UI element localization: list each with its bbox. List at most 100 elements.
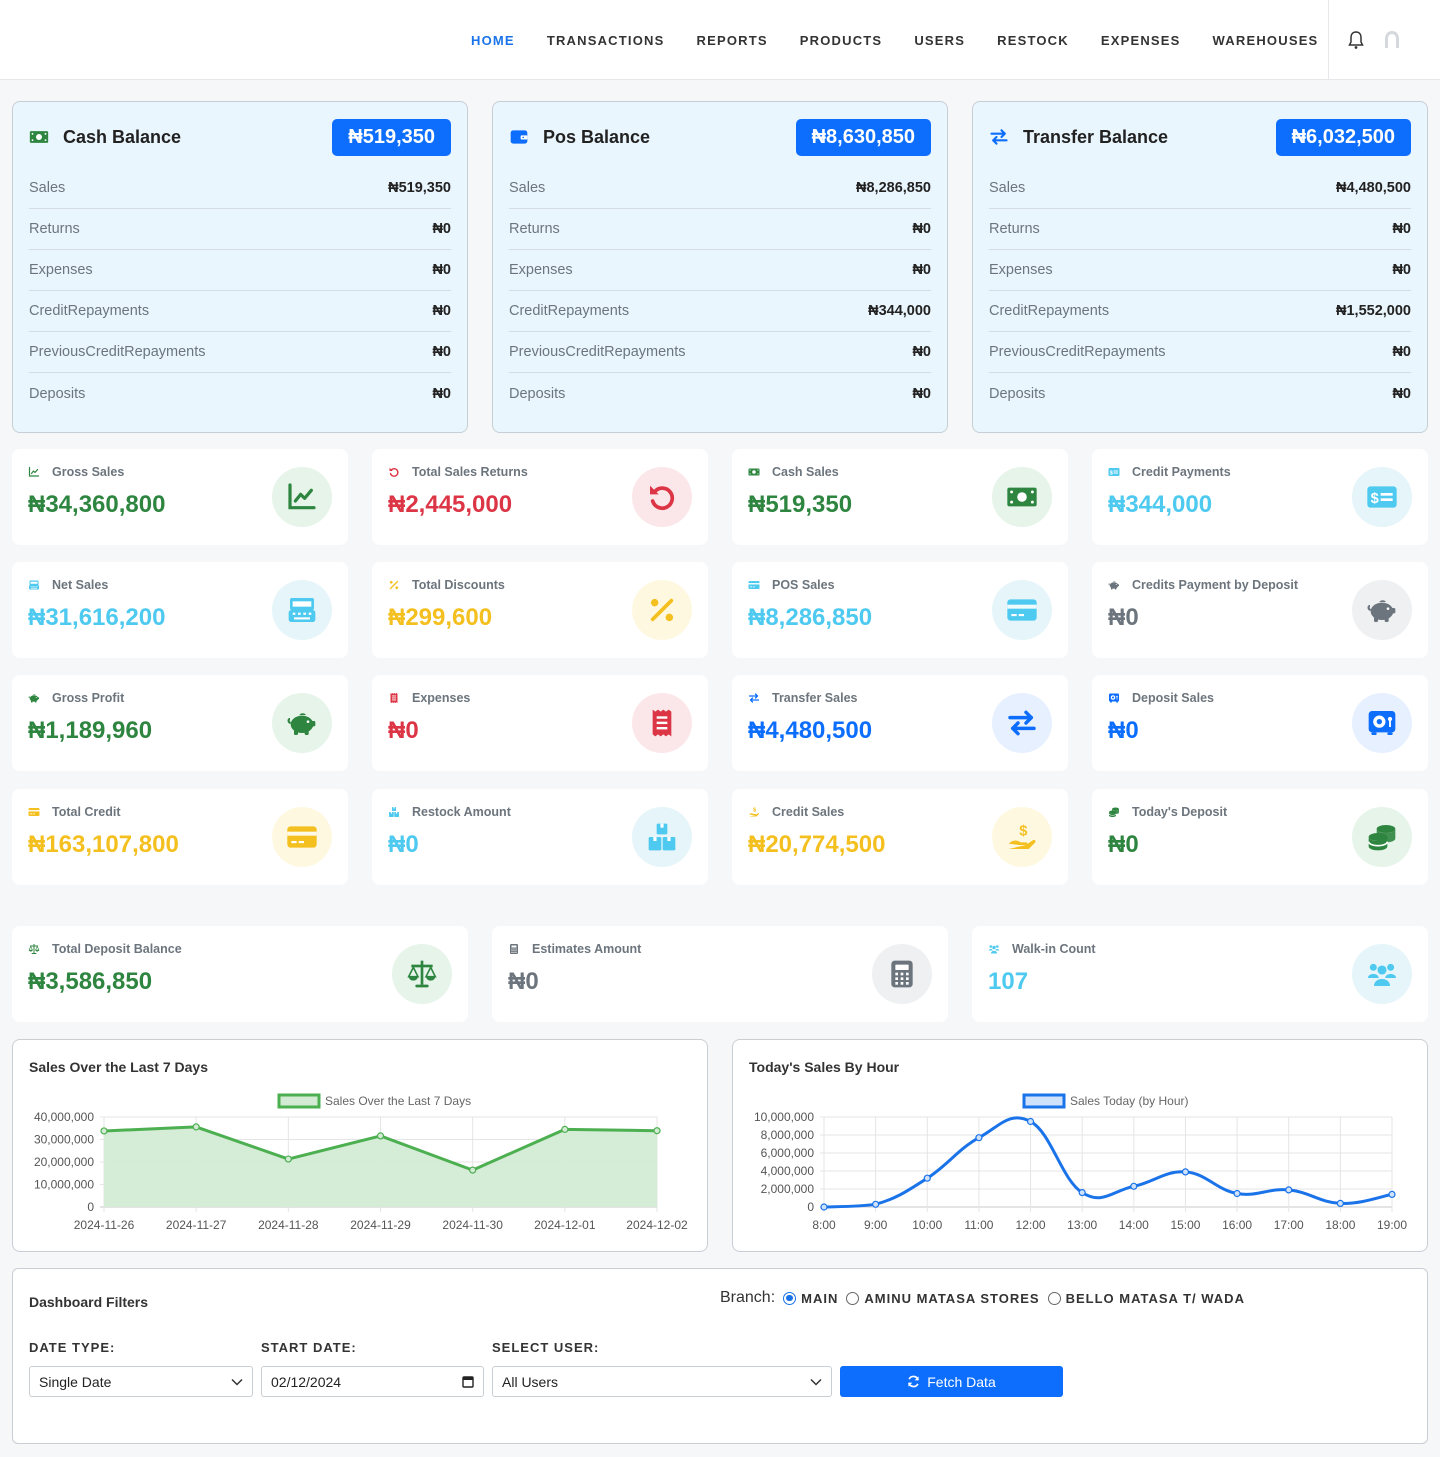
- sales-7-days-chart: Sales Over the Last 7 Days 0 10,000,000 20,…: [34, 1093, 688, 1232]
- boxes-icon: [389, 807, 399, 817]
- balance-row-value: ₦344,000: [868, 303, 931, 319]
- branch-option-aminu-matasa[interactable]: AMINU MATASA STORES: [846, 1291, 1039, 1306]
- sales-7-days-chart-card: Sales Over the Last 7 Days Sales Over th…: [12, 1039, 708, 1252]
- x-tick-label: 2024-11-30: [442, 1218, 503, 1232]
- gross-profit-card: Gross Profit ₦1,189,960: [12, 675, 348, 771]
- hand-holding-dollar-icon: $: [1008, 824, 1036, 849]
- data-point: [100, 1127, 108, 1135]
- stat-label-text: Today's Deposit: [1132, 805, 1228, 819]
- nav-expenses[interactable]: EXPENSES: [1085, 33, 1197, 48]
- svg-text:$: $: [753, 808, 756, 814]
- balance-row: PreviousCreditRepayments ₦0: [29, 332, 451, 373]
- stat-icon-circle: [992, 467, 1052, 527]
- balance-row-label: Expenses: [989, 262, 1053, 278]
- avatar-icon[interactable]: [1381, 29, 1403, 51]
- stat-label-text: Total Discounts: [412, 578, 505, 592]
- y-tick-label: 8,000,000: [761, 1128, 815, 1142]
- stat-icon-circle: [632, 693, 692, 753]
- x-tick-label: 2024-11-26: [74, 1218, 135, 1232]
- x-tick-label: 9:00: [864, 1218, 888, 1232]
- data-point: [1181, 1168, 1190, 1176]
- total-discounts-card: Total Discounts ₦299,600: [372, 562, 708, 658]
- nav-products[interactable]: PRODUCTS: [784, 33, 899, 48]
- stat-icon-circle: [1352, 807, 1412, 867]
- x-tick-label: 2024-11-29: [350, 1218, 411, 1232]
- balance-row-value: ₦0: [432, 385, 451, 402]
- data-point: [923, 1174, 931, 1182]
- radio-unselected[interactable]: [1047, 1291, 1061, 1305]
- bell-icon[interactable]: [1347, 30, 1365, 50]
- balance-row: PreviousCreditRepayments ₦0: [989, 332, 1411, 373]
- piggy-bank-icon: [1108, 581, 1119, 590]
- stat-icon-circle: $: [992, 807, 1052, 867]
- balance-card-header: Cash Balance ₦519,350: [29, 118, 451, 156]
- balance-row-value: ₦519,350: [388, 180, 451, 196]
- balance-card-header: Pos Balance ₦8,630,850: [509, 118, 931, 156]
- nav-reports[interactable]: REPORTS: [681, 33, 784, 48]
- branch-option-bello-matasa[interactable]: BELLO MATASA T/ WADA: [1047, 1291, 1245, 1306]
- money-bill-icon: [748, 468, 760, 476]
- cash-balance-card: Cash Balance ₦519,350 Sales ₦519,350 Returns…: [12, 101, 468, 433]
- legend-label: Sales Over the Last 7 Days: [325, 1094, 471, 1108]
- x-tick-label: 12:00: [1016, 1218, 1046, 1232]
- stat-icon-circle: [1352, 693, 1412, 753]
- date-type-select[interactable]: Single Date: [29, 1366, 253, 1397]
- nav-home[interactable]: HOME: [455, 33, 531, 48]
- svg-text:$: $: [1019, 824, 1027, 840]
- nav-restock[interactable]: RESTOCK: [981, 33, 1085, 48]
- stat-icon-circle: [872, 944, 932, 1004]
- stat-label-text: POS Sales: [772, 578, 835, 592]
- balance-row-value: ₦0: [432, 303, 451, 319]
- data-point: [1233, 1189, 1241, 1198]
- balance-row-label: CreditRepayments: [509, 303, 630, 319]
- radio-unselected[interactable]: [846, 1291, 860, 1305]
- stat-label-text: Restock Amount: [412, 805, 511, 819]
- balance-row-value: ₦0: [1392, 385, 1411, 402]
- receipt-icon: [652, 709, 672, 737]
- balance-row-value: ₦0: [1392, 221, 1411, 237]
- date-type-label: DATE TYPE:: [29, 1340, 116, 1355]
- x-tick-label: 16:00: [1222, 1218, 1252, 1232]
- cash-register-icon: [29, 580, 39, 590]
- nav-users[interactable]: USERS: [898, 33, 981, 48]
- start-date-input[interactable]: 02/12/2024: [261, 1366, 484, 1397]
- select-user-select[interactable]: All Users: [492, 1366, 832, 1397]
- expenses-card: Expenses ₦0: [372, 675, 708, 771]
- nav-transactions[interactable]: TRANSACTIONS: [531, 33, 681, 48]
- radio-selected[interactable]: [783, 1291, 797, 1305]
- piggy-bank-icon: [1367, 600, 1396, 622]
- x-tick-label: 2024-11-28: [258, 1218, 319, 1232]
- fetch-data-button[interactable]: Fetch Data: [840, 1366, 1063, 1397]
- balance-row: Expenses ₦0: [509, 250, 931, 291]
- balance-row-value: ₦0: [1392, 262, 1411, 278]
- x-tick-label: 2024-12-02: [626, 1218, 688, 1232]
- balance-row: Sales ₦519,350: [29, 168, 451, 209]
- stat-label-text: Deposit Sales: [1132, 691, 1214, 705]
- stat-icon-circle: [632, 580, 692, 640]
- balance-row-value: ₦0: [432, 344, 451, 360]
- y-tick-label: 40,000,000: [34, 1110, 94, 1124]
- stat-icon-circle: [272, 467, 332, 527]
- balance-row-value: ₦1,552,000: [1336, 303, 1411, 319]
- balance-row-label: CreditRepayments: [29, 303, 150, 319]
- stat-label-text: Credit Sales: [772, 805, 845, 819]
- legend-label: Sales Today (by Hour): [1070, 1094, 1189, 1108]
- x-tick-label: 8:00: [812, 1218, 836, 1232]
- top-navbar: HOME TRANSACTIONS REPORTS PRODUCTS USERS…: [0, 0, 1440, 80]
- walk-in-count-card: Walk-in Count 107: [972, 926, 1428, 1022]
- x-tick-label: 11:00: [964, 1218, 993, 1232]
- branch-selector: Branch: MAIN AMINU MATASA STORES BELLO M…: [720, 1289, 1245, 1307]
- calendar-icon[interactable]: [462, 1375, 474, 1388]
- stat-label: Estimates Amount: [508, 942, 932, 956]
- x-tick-label: 15:00: [1170, 1218, 1200, 1232]
- stat-label-text: Estimates Amount: [532, 942, 642, 956]
- stat-label-text: Expenses: [412, 691, 471, 705]
- nav-warehouses[interactable]: WAREHOUSES: [1197, 33, 1335, 48]
- branch-option-main[interactable]: MAIN: [783, 1291, 838, 1306]
- y-tick-label: 30,000,000: [34, 1133, 94, 1147]
- total-deposit-balance-card: Total Deposit Balance ₦3,586,850: [12, 926, 468, 1022]
- balance-row-label: PreviousCreditRepayments: [989, 344, 1166, 360]
- balance-row-label: Returns: [29, 221, 80, 237]
- y-tick-label: 10,000,000: [754, 1110, 814, 1124]
- balance-row-value: ₦8,286,850: [856, 180, 931, 196]
